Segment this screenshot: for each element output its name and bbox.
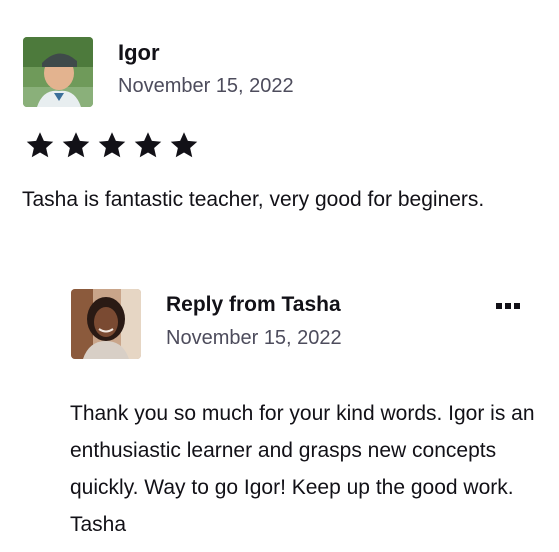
star-icon [132, 130, 164, 160]
review-date: November 15, 2022 [118, 75, 294, 97]
reviewer-name: Igor [118, 40, 160, 65]
star-icon [60, 130, 92, 160]
star-rating [24, 130, 200, 160]
reply-title: Reply from Tasha [166, 293, 341, 316]
reply-text: Thank you so much for your kind words. I… [70, 402, 535, 536]
more-horizontal-icon [496, 303, 520, 309]
reply-date: November 15, 2022 [166, 327, 342, 349]
star-icon [24, 130, 56, 160]
review-card: Igor November 15, 2022 Tasha is fantasti… [0, 0, 559, 552]
more-options-button[interactable] [494, 296, 522, 316]
star-icon [168, 130, 200, 160]
tutor-avatar [71, 289, 141, 359]
reviewer-avatar [23, 37, 93, 107]
review-text: Tasha is fantastic teacher, very good fo… [22, 188, 485, 211]
star-icon [96, 130, 128, 160]
